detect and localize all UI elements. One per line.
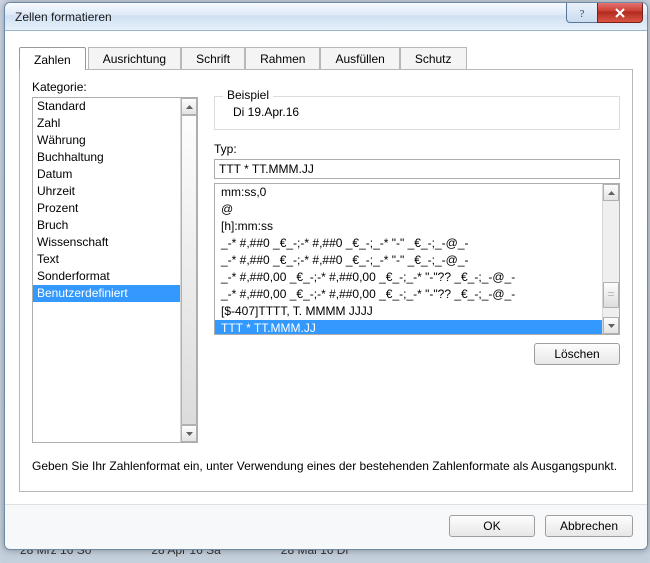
format-item[interactable]: _-* #,##0,00 _€_-;-* #,##0,00 _€_-;_-* "… bbox=[215, 286, 602, 303]
type-input[interactable] bbox=[214, 159, 620, 179]
category-item[interactable]: Benutzerdefiniert bbox=[33, 285, 180, 302]
tab-zahlen[interactable]: Zahlen bbox=[19, 47, 86, 70]
scroll-down-icon[interactable] bbox=[181, 425, 197, 442]
help-button[interactable]: ? bbox=[566, 3, 598, 23]
tab-ausrichtung[interactable]: Ausrichtung bbox=[88, 47, 181, 69]
sample-box: Beispiel Di 19.Apr.16 bbox=[214, 96, 620, 130]
scroll-up-icon[interactable] bbox=[181, 98, 197, 115]
scrollbar[interactable] bbox=[180, 98, 197, 442]
tabstrip: Zahlen Ausrichtung Schrift Rahmen Ausfül… bbox=[19, 47, 633, 69]
format-item[interactable]: mm:ss,0 bbox=[215, 184, 602, 201]
tab-ausfuellen[interactable]: Ausfüllen bbox=[320, 47, 399, 69]
svg-text:?: ? bbox=[580, 8, 585, 19]
ok-button[interactable]: OK bbox=[449, 515, 535, 537]
format-cells-dialog: Zellen formatieren ? Zahlen Ausrichtung … bbox=[4, 2, 648, 550]
scrollbar[interactable] bbox=[602, 184, 619, 334]
sample-label: Beispiel bbox=[223, 88, 273, 102]
category-item[interactable]: Sonderformat bbox=[33, 268, 180, 285]
category-label: Kategorie: bbox=[32, 80, 198, 94]
category-item[interactable]: Datum bbox=[33, 166, 180, 183]
dialog-footer: OK Abbrechen bbox=[5, 504, 647, 549]
scroll-up-icon[interactable] bbox=[603, 184, 619, 201]
window-title: Zellen formatieren bbox=[15, 10, 112, 24]
type-label: Typ: bbox=[214, 142, 620, 156]
category-item[interactable]: Zahl bbox=[33, 115, 180, 132]
category-listbox[interactable]: StandardZahlWährungBuchhaltungDatumUhrze… bbox=[32, 97, 198, 443]
format-item[interactable]: [$-407]TTTT, T. MMMM JJJJ bbox=[215, 303, 602, 320]
format-item[interactable]: TTT * TT.MMM.JJ bbox=[215, 320, 602, 334]
format-item[interactable]: _-* #,##0 _€_-;-* #,##0 _€_-;_-* "-" _€_… bbox=[215, 235, 602, 252]
hint-text: Geben Sie Ihr Zahlenformat ein, unter Ve… bbox=[32, 459, 620, 473]
category-item[interactable]: Buchhaltung bbox=[33, 149, 180, 166]
scroll-down-icon[interactable] bbox=[603, 317, 619, 334]
tab-rahmen[interactable]: Rahmen bbox=[245, 47, 320, 69]
format-item[interactable]: [h]:mm:ss bbox=[215, 218, 602, 235]
category-item[interactable]: Prozent bbox=[33, 200, 180, 217]
titlebar[interactable]: Zellen formatieren ? bbox=[5, 3, 647, 31]
tab-schutz[interactable]: Schutz bbox=[400, 47, 467, 69]
format-item[interactable]: @ bbox=[215, 201, 602, 218]
format-listbox[interactable]: mm:ss,0@[h]:mm:ss_-* #,##0 _€_-;-* #,##0… bbox=[214, 183, 620, 335]
category-item[interactable]: Text bbox=[33, 251, 180, 268]
sample-value: Di 19.Apr.16 bbox=[225, 105, 609, 119]
close-button[interactable] bbox=[597, 3, 643, 23]
tab-panel-zahlen: Kategorie: StandardZahlWährungBuchhaltun… bbox=[19, 69, 633, 492]
delete-button[interactable]: Löschen bbox=[534, 343, 620, 365]
category-item[interactable]: Standard bbox=[33, 98, 180, 115]
category-item[interactable]: Wissenschaft bbox=[33, 234, 180, 251]
category-item[interactable]: Währung bbox=[33, 132, 180, 149]
format-item[interactable]: _-* #,##0,00 _€_-;-* #,##0,00 _€_-;_-* "… bbox=[215, 269, 602, 286]
tab-schrift[interactable]: Schrift bbox=[181, 47, 245, 69]
cancel-button[interactable]: Abbrechen bbox=[545, 515, 633, 537]
category-item[interactable]: Bruch bbox=[33, 217, 180, 234]
format-item[interactable]: _-* #,##0 _€_-;-* #,##0 _€_-;_-* "-" _€_… bbox=[215, 252, 602, 269]
category-item[interactable]: Uhrzeit bbox=[33, 183, 180, 200]
